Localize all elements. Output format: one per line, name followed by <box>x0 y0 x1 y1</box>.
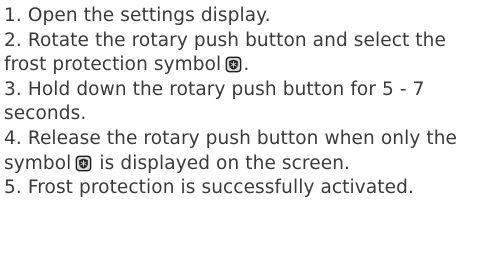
frost-protection-icon <box>75 155 92 172</box>
instruction-list: 1. Open the settings display. 2. Rotate … <box>4 4 476 201</box>
step-3-text: 3. Hold down the rotary push button for … <box>4 78 425 125</box>
step-4: 4. Release the rotary push button when o… <box>4 127 476 176</box>
step-5-text: 5. Frost protection is successfully acti… <box>4 177 414 199</box>
step-1-text: 1. Open the settings display. <box>4 5 271 26</box>
frost-protection-icon <box>225 56 242 73</box>
step-2-text-end: . <box>243 54 250 76</box>
step-3: 3. Hold down the rotary push button for … <box>4 78 476 127</box>
step-5: 5. Frost protection is successfully acti… <box>4 176 476 201</box>
step-1: 1. Open the settings display. <box>4 4 476 29</box>
step-4-text-end: is displayed on the screen. <box>99 152 351 174</box>
step-2: 2. Rotate the rotary push button and sel… <box>4 29 476 78</box>
